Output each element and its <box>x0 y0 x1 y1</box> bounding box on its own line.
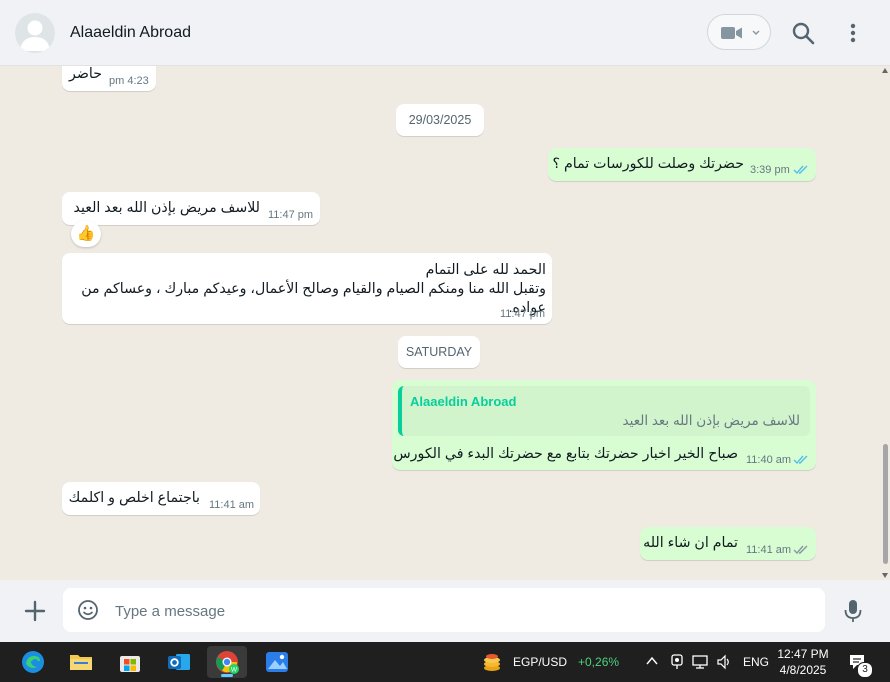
chrome-icon: W <box>216 651 239 674</box>
coins-icon[interactable] <box>481 651 503 673</box>
input-language[interactable]: ENG <box>743 655 769 669</box>
double-check-icon <box>793 455 808 465</box>
message-text: حضرتك وصلت للكورسات تمام ؟ <box>552 156 745 172</box>
message-outgoing[interactable]: حضرتك وصلت للكورسات تمام ؟ 3:39 pm <box>548 148 816 181</box>
notification-count: 3 <box>862 664 868 675</box>
date-separator: SATURDAY <box>398 336 480 368</box>
taskbar-file-explorer[interactable] <box>61 646 101 678</box>
video-camera-icon <box>721 27 742 39</box>
message-line: وتقبل الله منا ومنكم الصيام والقيام وصال… <box>81 281 546 297</box>
emoji-icon[interactable] <box>77 599 99 621</box>
clock-date: 4/8/2025 <box>779 663 827 677</box>
message-box[interactable] <box>63 588 825 634</box>
chevron-down-icon <box>752 30 760 35</box>
scroll-up-arrow[interactable] <box>882 68 888 73</box>
system-clock[interactable]: 12:47 PM 4/8/2025 <box>772 646 834 678</box>
microphone-icon[interactable] <box>842 598 864 624</box>
contact-avatar[interactable] <box>15 13 55 53</box>
message-outgoing[interactable]: Alaaeldin Abroad للاسف مريض بإذن الله بع… <box>392 380 816 470</box>
message-incoming[interactable]: حاضر 4:23 pm <box>62 66 156 91</box>
svg-text:W: W <box>231 667 238 674</box>
photos-icon <box>266 652 288 672</box>
quoted-author: Alaaeldin Abroad <box>410 394 517 409</box>
taskbar-outlook[interactable] <box>159 646 199 678</box>
ticker-label[interactable]: EGP/USD <box>513 655 567 669</box>
scroll-down-arrow[interactable] <box>882 573 888 578</box>
message-outgoing[interactable]: تمام ان شاء الله 11:41 am <box>640 527 816 560</box>
default-avatar-icon <box>20 20 50 51</box>
notification-badge: 3 <box>857 662 873 678</box>
clock-time: 12:47 PM <box>777 647 829 661</box>
chevron-up-icon[interactable] <box>646 656 658 666</box>
folder-icon <box>70 655 92 670</box>
message-time: 11:47 pm <box>268 209 314 221</box>
video-call-button[interactable] <box>707 14 771 50</box>
network-icon[interactable] <box>692 654 708 670</box>
message-composer <box>0 580 890 642</box>
message-time: 11:40 am <box>746 454 792 466</box>
scroll-thumb[interactable] <box>883 444 888 564</box>
taskbar-photos[interactable] <box>257 646 297 678</box>
message-time: 3:39 pm <box>750 164 790 176</box>
message-text: حاضر <box>69 66 102 82</box>
message-text: صباح الخير اخبار حضرتك بتابع مع حضرتك ال… <box>393 446 738 462</box>
date-separator: 29/03/2025 <box>396 104 484 136</box>
message-incoming[interactable]: الحمد لله على التمام وتقبل الله منا ومنك… <box>62 253 552 324</box>
message-text: تمام ان شاء الله <box>643 535 738 551</box>
webcam-icon[interactable] <box>670 654 684 670</box>
store-icon <box>120 656 140 672</box>
message-text: باجتماع اخلص و اكلمك <box>68 490 200 506</box>
message-input[interactable] <box>113 588 807 634</box>
message-time: 4:23 pm <box>109 75 149 87</box>
message-time: 11:41 am <box>209 499 255 511</box>
taskbar-edge[interactable] <box>13 646 53 678</box>
chat-scrollbar[interactable] <box>882 66 888 580</box>
message-line: عواده. <box>508 300 546 316</box>
plus-icon[interactable] <box>22 598 48 624</box>
double-check-icon <box>793 165 808 175</box>
active-app-indicator <box>221 674 233 677</box>
double-check-icon <box>793 545 808 555</box>
message-text: للاسف مريض بإذن الله بعد العيد <box>73 200 260 216</box>
windows-taskbar: W EGP/USD +0,26% ENG 12:47 PM 4/8/2025 3 <box>0 642 890 682</box>
edge-browser-icon <box>22 651 44 673</box>
chat-messages-pane[interactable]: حاضر 4:23 pm 29/03/2025 حضرتك وصلت للكور… <box>0 66 890 580</box>
contact-name[interactable]: Alaaeldin Abroad <box>70 24 191 42</box>
search-icon[interactable] <box>790 20 816 46</box>
more-vertical-icon[interactable] <box>842 20 864 46</box>
message-text-block: الحمد لله على التمام وتقبل الله منا ومنك… <box>68 261 546 318</box>
outlook-icon <box>168 654 190 670</box>
taskbar-chrome-whatsapp[interactable]: W <box>207 646 247 678</box>
message-time: 11:41 am <box>746 544 792 556</box>
message-incoming[interactable]: باجتماع اخلص و اكلمك 11:41 am <box>62 482 260 515</box>
speaker-icon[interactable] <box>716 654 732 670</box>
taskbar-store[interactable] <box>110 646 150 678</box>
message-incoming[interactable]: للاسف مريض بإذن الله بعد العيد 11:47 pm <box>62 192 320 225</box>
quoted-text: للاسف مريض بإذن الله بعد العيد <box>622 413 800 428</box>
quoted-message[interactable]: Alaaeldin Abroad للاسف مريض بإذن الله بع… <box>398 386 810 436</box>
message-line: الحمد لله على التمام <box>425 262 546 278</box>
message-time: 11:47 pm <box>500 308 546 320</box>
message-reaction[interactable]: 👍 <box>71 221 101 247</box>
chat-header: Alaaeldin Abroad <box>0 0 890 66</box>
ticker-change[interactable]: +0,26% <box>578 655 619 669</box>
